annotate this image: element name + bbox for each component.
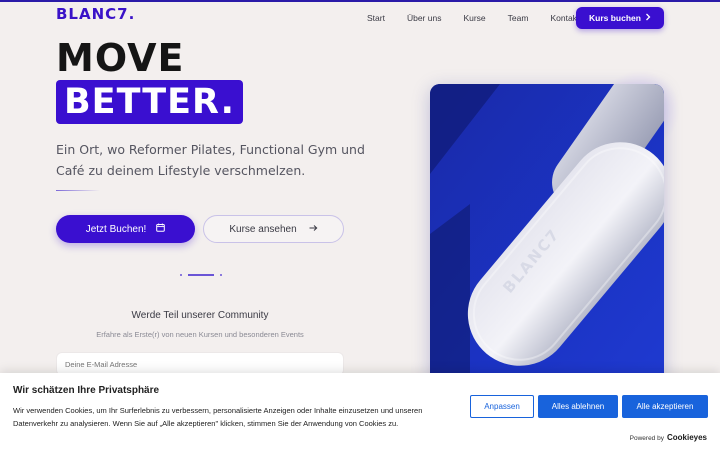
cookie-banner: Wir schätzen Ihre Privatsphäre Wir verwe…	[0, 373, 720, 450]
community-subtitle: Erfahre als Erste(r) von neuen Kursen un…	[96, 330, 304, 339]
book-course-button[interactable]: Kurs buchen	[576, 7, 664, 29]
nav-item-ueber-uns[interactable]: Über uns	[407, 13, 442, 23]
hero-lead: Ein Ort, wo Reformer Pilates, Functional…	[56, 142, 365, 178]
cookie-powered-by: Powered by Cookieyes	[630, 433, 707, 442]
chevron-right-icon	[645, 13, 651, 23]
book-course-label: Kurs buchen	[589, 13, 641, 23]
view-courses-label: Kurse ansehen	[229, 223, 297, 235]
slider-indicator	[180, 274, 222, 276]
nav-item-team[interactable]: Team	[508, 13, 529, 23]
logo[interactable]: BLANC7.	[56, 5, 135, 23]
cookieyes-logo[interactable]: Cookieyes	[667, 433, 707, 442]
cookie-text: Wir verwenden Cookies, um Ihr Surferlebn…	[13, 406, 423, 428]
slider-dot[interactable]	[220, 274, 222, 276]
nav-item-kurse[interactable]: Kurse	[463, 13, 485, 23]
nav-item-kontakt[interactable]: Kontakt	[550, 13, 579, 23]
cookie-title: Wir schätzen Ihre Privatsphäre	[13, 385, 160, 396]
slider-dot-active[interactable]	[188, 274, 214, 276]
main-nav: Start Über uns Kurse Team Kontakt	[367, 13, 601, 23]
top-accent-line	[0, 0, 720, 2]
community-title: Werde Teil unserer Community	[131, 310, 269, 321]
slider-dot[interactable]	[180, 274, 182, 276]
cookie-customize-button[interactable]: Anpassen	[470, 395, 534, 418]
hero-title-line1: MOVE	[56, 36, 185, 80]
book-now-label: Jetzt Buchen!	[85, 223, 147, 235]
book-now-button[interactable]: Jetzt Buchen!	[56, 215, 195, 243]
calendar-icon	[156, 223, 166, 235]
hero-image: BLANC7	[430, 84, 664, 384]
powered-by-label: Powered by	[629, 435, 664, 442]
view-courses-button[interactable]: Kurse ansehen	[203, 215, 344, 243]
hero-title-line2: BETTER.	[56, 80, 243, 124]
nav-item-start[interactable]: Start	[367, 13, 385, 23]
cookie-accept-button[interactable]: Alle akzeptieren	[622, 395, 708, 418]
hero-divider	[56, 190, 100, 191]
arrow-right-icon	[309, 224, 318, 235]
cookie-reject-button[interactable]: Alles ablehnen	[538, 395, 618, 418]
